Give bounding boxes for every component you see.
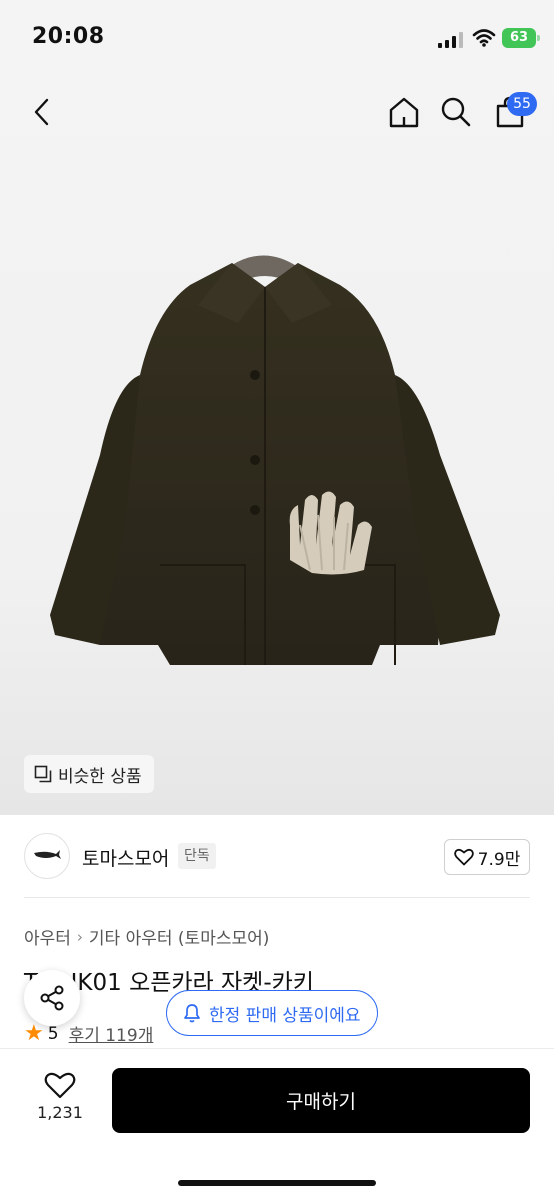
review-link[interactable]: 후기 119개 [69,1021,154,1046]
home-icon [389,97,419,128]
limited-sale-label: 한정 판매 상품이에요 [209,1005,361,1026]
brand-row: 토마스모어 단독 7.9만 [0,828,554,890]
whale-logo-icon [34,850,61,859]
exclusive-tag: 단독 [178,843,216,869]
bottom-action-bar: 1,231 구매하기 [0,1048,554,1200]
search-icon [441,97,471,127]
product-image[interactable] [0,225,554,695]
wishlist-button[interactable]: 1,231 [30,1071,90,1122]
cart-count-badge: 55 [507,92,537,116]
similar-products-button[interactable]: 비슷한 상품 [24,755,154,793]
brand-name[interactable]: 토마스모어 [82,844,169,871]
brand-like-button[interactable]: 7.9만 [444,839,530,875]
breadcrumb-item[interactable]: 아우터 [24,924,71,949]
share-button[interactable] [24,970,80,1026]
back-button[interactable] [22,92,62,132]
similar-products-label: 비슷한 상품 [58,766,142,787]
status-bar: 20:08 63 [0,0,554,80]
chevron-right-icon: › [76,927,83,946]
cellular-signal-icon [438,32,463,48]
battery-indicator: 63 [502,28,540,48]
share-icon [40,985,64,1011]
breadcrumb: 아우터 › 기타 아우터 (토마스모어) [24,924,269,950]
divider [24,897,530,898]
buy-button[interactable]: 구매하기 [112,1068,530,1133]
bell-icon [184,1004,200,1023]
home-button[interactable] [384,92,424,132]
wifi-icon [472,29,496,47]
brand-logo[interactable] [24,833,70,879]
wishlist-count: 1,231 [37,1103,83,1122]
similar-icon [34,765,52,783]
star-icon: ★ [24,1020,44,1046]
heart-icon [44,1072,76,1099]
brand-like-count: 7.9만 [477,849,521,870]
home-indicator [178,1180,376,1186]
status-time: 20:08 [32,24,105,49]
search-button[interactable] [436,92,476,132]
back-icon [34,98,49,126]
rating-value: 5 [47,1023,59,1044]
breadcrumb-item[interactable]: 기타 아우터 (토마스모어) [89,924,269,949]
heart-icon [453,848,474,866]
limited-sale-badge: 한정 판매 상품이에요 [166,990,378,1036]
